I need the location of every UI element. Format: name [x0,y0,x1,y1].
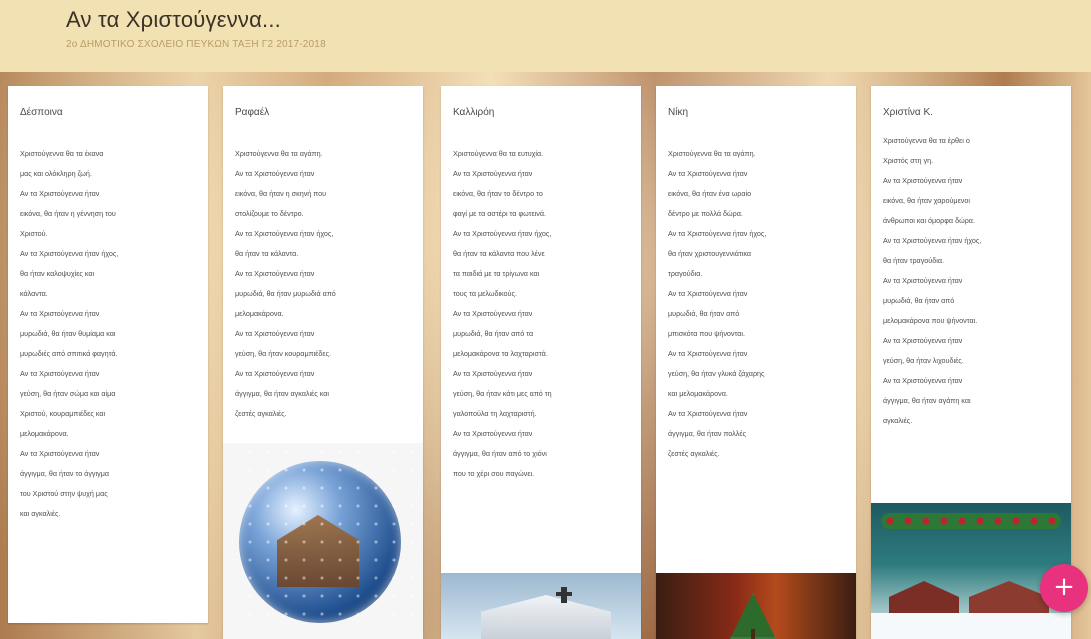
plus-icon: + [1053,572,1075,602]
post-author-name: Δέσποινα [20,107,63,118]
board-subtitle: 2ο ΔΗΜΟΤΙΚΟ ΣΧΟΛΕΙΟ ΠΕΥΚΩΝ ΤΑΞΗ Γ2 2017-… [66,39,326,50]
post-author-name: Ραφαέλ [235,107,270,118]
post-card-kalliroi[interactable]: Καλλιρόη Χριστούγεννα θα τα ευτυχία. Αν … [441,86,641,639]
post-text: Χριστούγεννα θα τα αγάπη. Αν τα Χριστούγ… [668,149,767,458]
post-author-name: Νίκη [668,107,689,118]
post-card-rafael[interactable]: Ραφαέλ Χριστούγεννα θα τα αγάπη. Αν τα Χ… [223,86,423,639]
post-image-snow-globe[interactable] [223,443,423,639]
post-author-name: Χριστίνα Κ. [883,107,933,118]
post-text: Χριστούγεννα θα τα αγάπη. Αν τα Χριστούγ… [235,149,336,418]
post-image-christmas-interior[interactable] [656,573,856,639]
board-title: Αν τα Χριστούγεννα... [66,7,281,32]
padlet-header: Αν τα Χριστούγεννα... 2ο ΔΗΜΟΤΙΚΟ ΣΧΟΛΕΙ… [0,0,1091,73]
post-text: Χριστούγεννα θα τα ευτυχία. Αν τα Χριστο… [453,149,552,478]
post-text: Χριστούγεννα θα τα έρθει ο Χριστός στη γ… [883,136,982,425]
post-image-church[interactable] [441,573,641,639]
post-card-christina-k[interactable]: Χριστίνα Κ. Χριστούγεννα θα τα έρθει ο Χ… [871,86,1071,639]
post-card-niki[interactable]: Νίκη Χριστούγεννα θα τα αγάπη. Αν τα Χρι… [656,86,856,639]
snow-ground-image [871,613,1071,639]
post-text: Χριστούγεννα θα τα έκανα μας και ολόκληρ… [20,149,119,518]
christmas-tree-image [730,593,776,639]
garland-image [881,513,1061,529]
post-card-despoina[interactable]: Δέσποινα Χριστούγεννα θα τα έκανα μας κα… [8,86,208,623]
church-building-image [481,595,611,639]
add-post-button[interactable]: + [1040,564,1088,612]
post-author-name: Καλλιρόη [453,107,495,118]
post-image-snowy-village[interactable] [871,503,1071,639]
snow-image [223,443,423,639]
cross-icon [556,587,572,603]
